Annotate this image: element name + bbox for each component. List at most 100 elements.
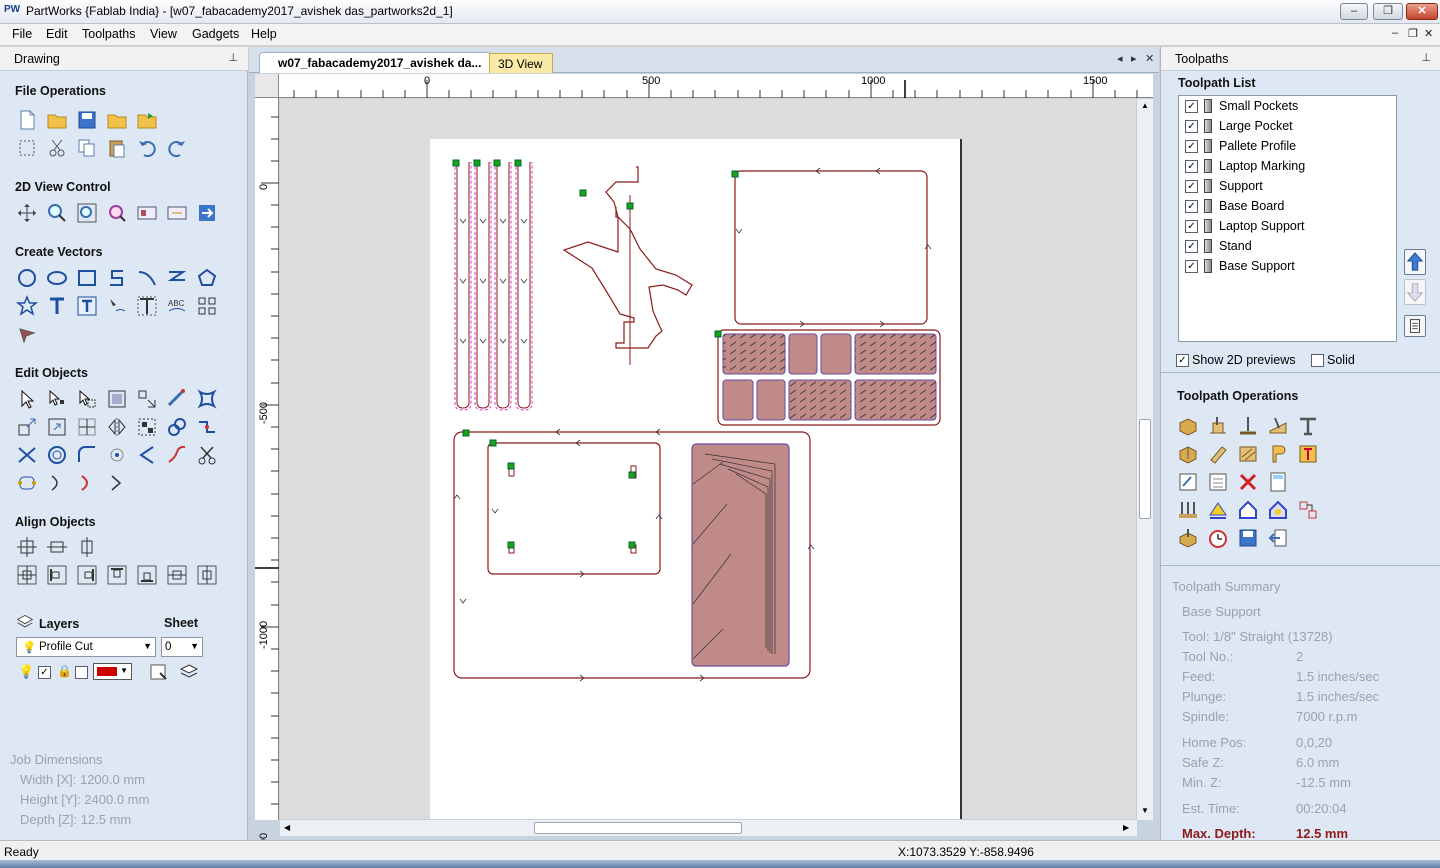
convert-vector-icon[interactable] bbox=[106, 472, 128, 494]
scroll-left-icon[interactable]: ◀ bbox=[284, 823, 290, 832]
size-icon[interactable] bbox=[106, 388, 128, 410]
switch-3d-icon[interactable] bbox=[196, 202, 218, 224]
toolpath-checkbox[interactable]: ✓ bbox=[1185, 120, 1198, 133]
reset-preview-icon[interactable] bbox=[1267, 499, 1289, 521]
profile-toolpath-icon[interactable] bbox=[1177, 415, 1199, 437]
new-file-icon[interactable] bbox=[16, 109, 38, 131]
prism-toolpath-icon[interactable] bbox=[1267, 443, 1289, 465]
vcarve-toolpath-icon[interactable] bbox=[1267, 415, 1289, 437]
zoom-extents-icon[interactable] bbox=[76, 202, 98, 224]
solid-checkbox[interactable] bbox=[1311, 354, 1324, 367]
align-top-icon[interactable] bbox=[106, 564, 128, 586]
toolpath-checkbox[interactable]: ✓ bbox=[1185, 100, 1198, 113]
toolpath-checkbox[interactable]: ✓ bbox=[1185, 200, 1198, 213]
scroll-down-icon[interactable]: ▼ bbox=[1141, 806, 1149, 815]
layer-visible-checkbox[interactable]: ✓ bbox=[38, 666, 51, 679]
moulding-toolpath-icon[interactable] bbox=[1207, 443, 1229, 465]
mdi-minimize-button[interactable]: – bbox=[1392, 27, 1398, 39]
menu-gadgets[interactable]: Gadgets bbox=[192, 27, 239, 41]
move-icon[interactable] bbox=[136, 388, 158, 410]
drilling-toolpath-icon[interactable] bbox=[1237, 415, 1259, 437]
lock-icon[interactable]: 🔒 bbox=[57, 664, 73, 680]
tool-database-icon[interactable] bbox=[1177, 499, 1199, 521]
distribute-v-icon[interactable] bbox=[196, 564, 218, 586]
node-edit-icon[interactable] bbox=[46, 388, 68, 410]
trim-icon[interactable] bbox=[16, 444, 38, 466]
polygon-icon[interactable] bbox=[196, 267, 218, 289]
break-vector-icon[interactable] bbox=[76, 472, 98, 494]
vector-drawing[interactable] bbox=[280, 99, 1139, 819]
menu-file[interactable]: File bbox=[12, 27, 32, 41]
text-on-curve-icon[interactable] bbox=[106, 295, 128, 317]
import-file-icon[interactable] bbox=[136, 109, 158, 131]
align-v-center-icon[interactable] bbox=[76, 536, 98, 558]
time-estimate-icon[interactable] bbox=[1207, 527, 1229, 549]
align-h-center-icon[interactable] bbox=[46, 536, 68, 558]
ellipse-icon[interactable] bbox=[46, 267, 68, 289]
open-file-icon[interactable] bbox=[46, 109, 68, 131]
weld-icon[interactable] bbox=[166, 416, 188, 438]
inlay-toolpath-icon[interactable] bbox=[1177, 443, 1199, 465]
undo-icon[interactable] bbox=[136, 137, 158, 159]
group-icon[interactable] bbox=[136, 416, 158, 438]
view-toggle-icon[interactable] bbox=[166, 202, 188, 224]
scale-icon[interactable] bbox=[16, 416, 38, 438]
pan-icon[interactable] bbox=[16, 202, 38, 224]
array-icon[interactable] bbox=[196, 295, 218, 317]
measure-icon[interactable] bbox=[166, 388, 188, 410]
material-setup-icon[interactable] bbox=[1177, 527, 1199, 549]
scroll-thumb[interactable] bbox=[534, 822, 742, 834]
resize-icon[interactable] bbox=[46, 416, 68, 438]
mdi-restore-button[interactable]: ❐ bbox=[1408, 27, 1418, 40]
vertical-scrollbar[interactable]: ▲ ▼ bbox=[1136, 99, 1153, 820]
panel-rectangle-top[interactable] bbox=[734, 167, 932, 328]
menu-view[interactable]: View bbox=[150, 27, 177, 41]
smash-icon[interactable] bbox=[106, 444, 128, 466]
pocket-toolpath-icon[interactable] bbox=[1207, 415, 1229, 437]
texture-toolpath-icon[interactable] bbox=[1237, 443, 1259, 465]
save-file-icon[interactable] bbox=[76, 109, 98, 131]
toolpath-properties-button[interactable] bbox=[1404, 315, 1426, 337]
tab-close-icon[interactable]: ✕ bbox=[1145, 52, 1154, 65]
align-center-icon[interactable] bbox=[16, 536, 38, 558]
layer-visible-icon[interactable]: 💡 bbox=[18, 664, 34, 680]
toolpath-checkbox[interactable]: ✓ bbox=[1185, 220, 1198, 233]
tiling-icon[interactable] bbox=[1297, 499, 1319, 521]
fillet-icon[interactable] bbox=[76, 444, 98, 466]
rectangle-icon[interactable] bbox=[76, 267, 98, 289]
scroll-up-icon[interactable]: ▲ bbox=[1141, 101, 1149, 110]
restore-button[interactable]: ❐ bbox=[1373, 3, 1403, 20]
circle-icon[interactable] bbox=[16, 267, 38, 289]
toolpath-checkbox[interactable]: ✓ bbox=[1185, 260, 1198, 273]
text-arc-icon[interactable]: ABC bbox=[166, 295, 188, 317]
menu-edit[interactable]: Edit bbox=[46, 27, 68, 41]
cut-icon[interactable] bbox=[46, 137, 68, 159]
nodes-icon[interactable] bbox=[16, 472, 38, 494]
tab-prev-icon[interactable]: ◂ bbox=[1117, 52, 1123, 65]
toolpath-checkbox[interactable]: ✓ bbox=[1185, 240, 1198, 253]
select-icon[interactable] bbox=[16, 388, 38, 410]
text-icon[interactable] bbox=[46, 295, 68, 317]
join-icon[interactable] bbox=[196, 416, 218, 438]
center-on-material-icon[interactable] bbox=[16, 564, 38, 586]
scroll-right-icon[interactable]: ▶ bbox=[1123, 823, 1129, 832]
layer-select[interactable]: 💡 Profile Cut ▼ bbox=[16, 637, 156, 657]
pocket-tray[interactable] bbox=[717, 329, 941, 426]
merge-toolpaths-icon[interactable] bbox=[1207, 471, 1229, 493]
move-down-button[interactable] bbox=[1404, 279, 1426, 305]
pin-icon[interactable]: ⊥ bbox=[1421, 51, 1431, 64]
toolpath-checkbox[interactable]: ✓ bbox=[1185, 140, 1198, 153]
preview-selected-icon[interactable] bbox=[1237, 499, 1259, 521]
text-resize-icon[interactable] bbox=[136, 295, 158, 317]
align-left-icon[interactable] bbox=[46, 564, 68, 586]
layer-lock-checkbox[interactable] bbox=[75, 666, 88, 679]
view-material-icon[interactable] bbox=[136, 202, 158, 224]
airplane-shape[interactable] bbox=[562, 166, 693, 365]
mirror-icon[interactable] bbox=[106, 416, 128, 438]
fluting-toolpath-icon[interactable] bbox=[1297, 443, 1319, 465]
minimize-button[interactable]: – bbox=[1340, 3, 1368, 20]
curve-icon[interactable] bbox=[136, 267, 158, 289]
drawing-canvas[interactable] bbox=[280, 99, 1139, 819]
text-box-icon[interactable] bbox=[76, 295, 98, 317]
curve-fit-icon[interactable] bbox=[136, 444, 158, 466]
